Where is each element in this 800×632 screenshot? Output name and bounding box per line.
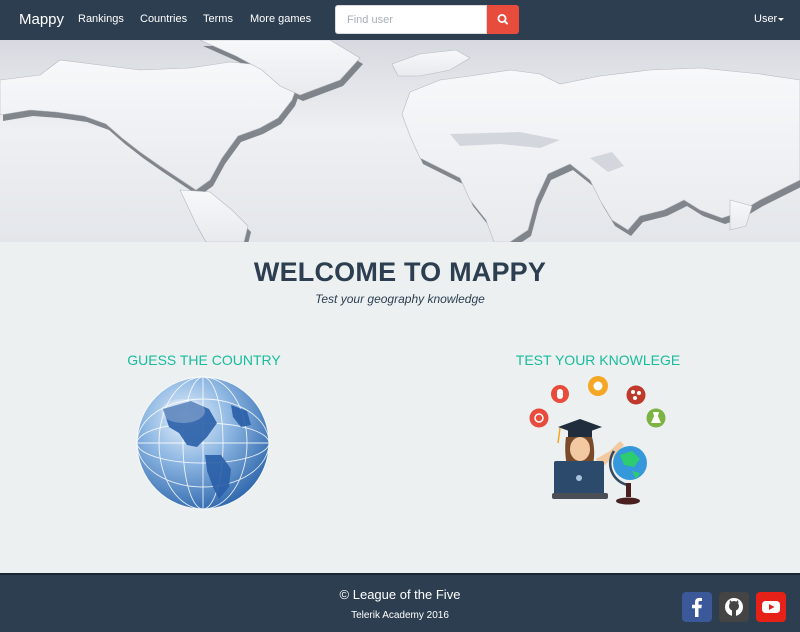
globe-icon bbox=[136, 376, 270, 510]
github-link[interactable] bbox=[719, 592, 749, 622]
world-map-image bbox=[0, 40, 800, 242]
facebook-icon bbox=[692, 597, 702, 617]
nav-more-games[interactable]: More games bbox=[250, 13, 311, 25]
page-title: WELCOME TO MAPPY bbox=[253, 257, 547, 287]
nav-rankings[interactable]: Rankings bbox=[78, 13, 124, 25]
youtube-link[interactable] bbox=[756, 592, 786, 622]
test-your-knowledge-link[interactable]: TEST YOUR KNOWLEGE bbox=[473, 352, 723, 368]
search-button[interactable] bbox=[487, 5, 519, 34]
search-icon bbox=[497, 13, 508, 25]
github-icon bbox=[725, 598, 743, 616]
test-knowledge-image[interactable] bbox=[528, 375, 670, 515]
user-menu-label: User bbox=[754, 13, 778, 25]
footer bbox=[0, 573, 800, 632]
guess-the-country-image[interactable] bbox=[135, 375, 271, 511]
footer-subtitle: Telerik Academy 2016 bbox=[351, 610, 449, 621]
nav-terms[interactable]: Terms bbox=[203, 13, 233, 25]
search-input[interactable] bbox=[336, 6, 486, 33]
brand-link[interactable]: Mappy bbox=[19, 11, 64, 28]
hero-world-map bbox=[0, 40, 800, 242]
search-field-wrapper bbox=[335, 5, 487, 34]
guess-the-country-link[interactable]: GUESS THE COUNTRY bbox=[79, 352, 329, 368]
caret-down-icon bbox=[778, 17, 785, 21]
page-subtitle: Test your geography knowledge bbox=[315, 292, 485, 306]
youtube-icon bbox=[762, 601, 780, 613]
facebook-link[interactable] bbox=[682, 592, 712, 622]
nav-countries[interactable]: Countries bbox=[140, 13, 187, 25]
footer-divider bbox=[0, 573, 800, 575]
footer-copyright: © League of the Five bbox=[339, 587, 461, 602]
user-dropdown[interactable]: User bbox=[754, 13, 785, 25]
student-illustration bbox=[529, 376, 666, 505]
